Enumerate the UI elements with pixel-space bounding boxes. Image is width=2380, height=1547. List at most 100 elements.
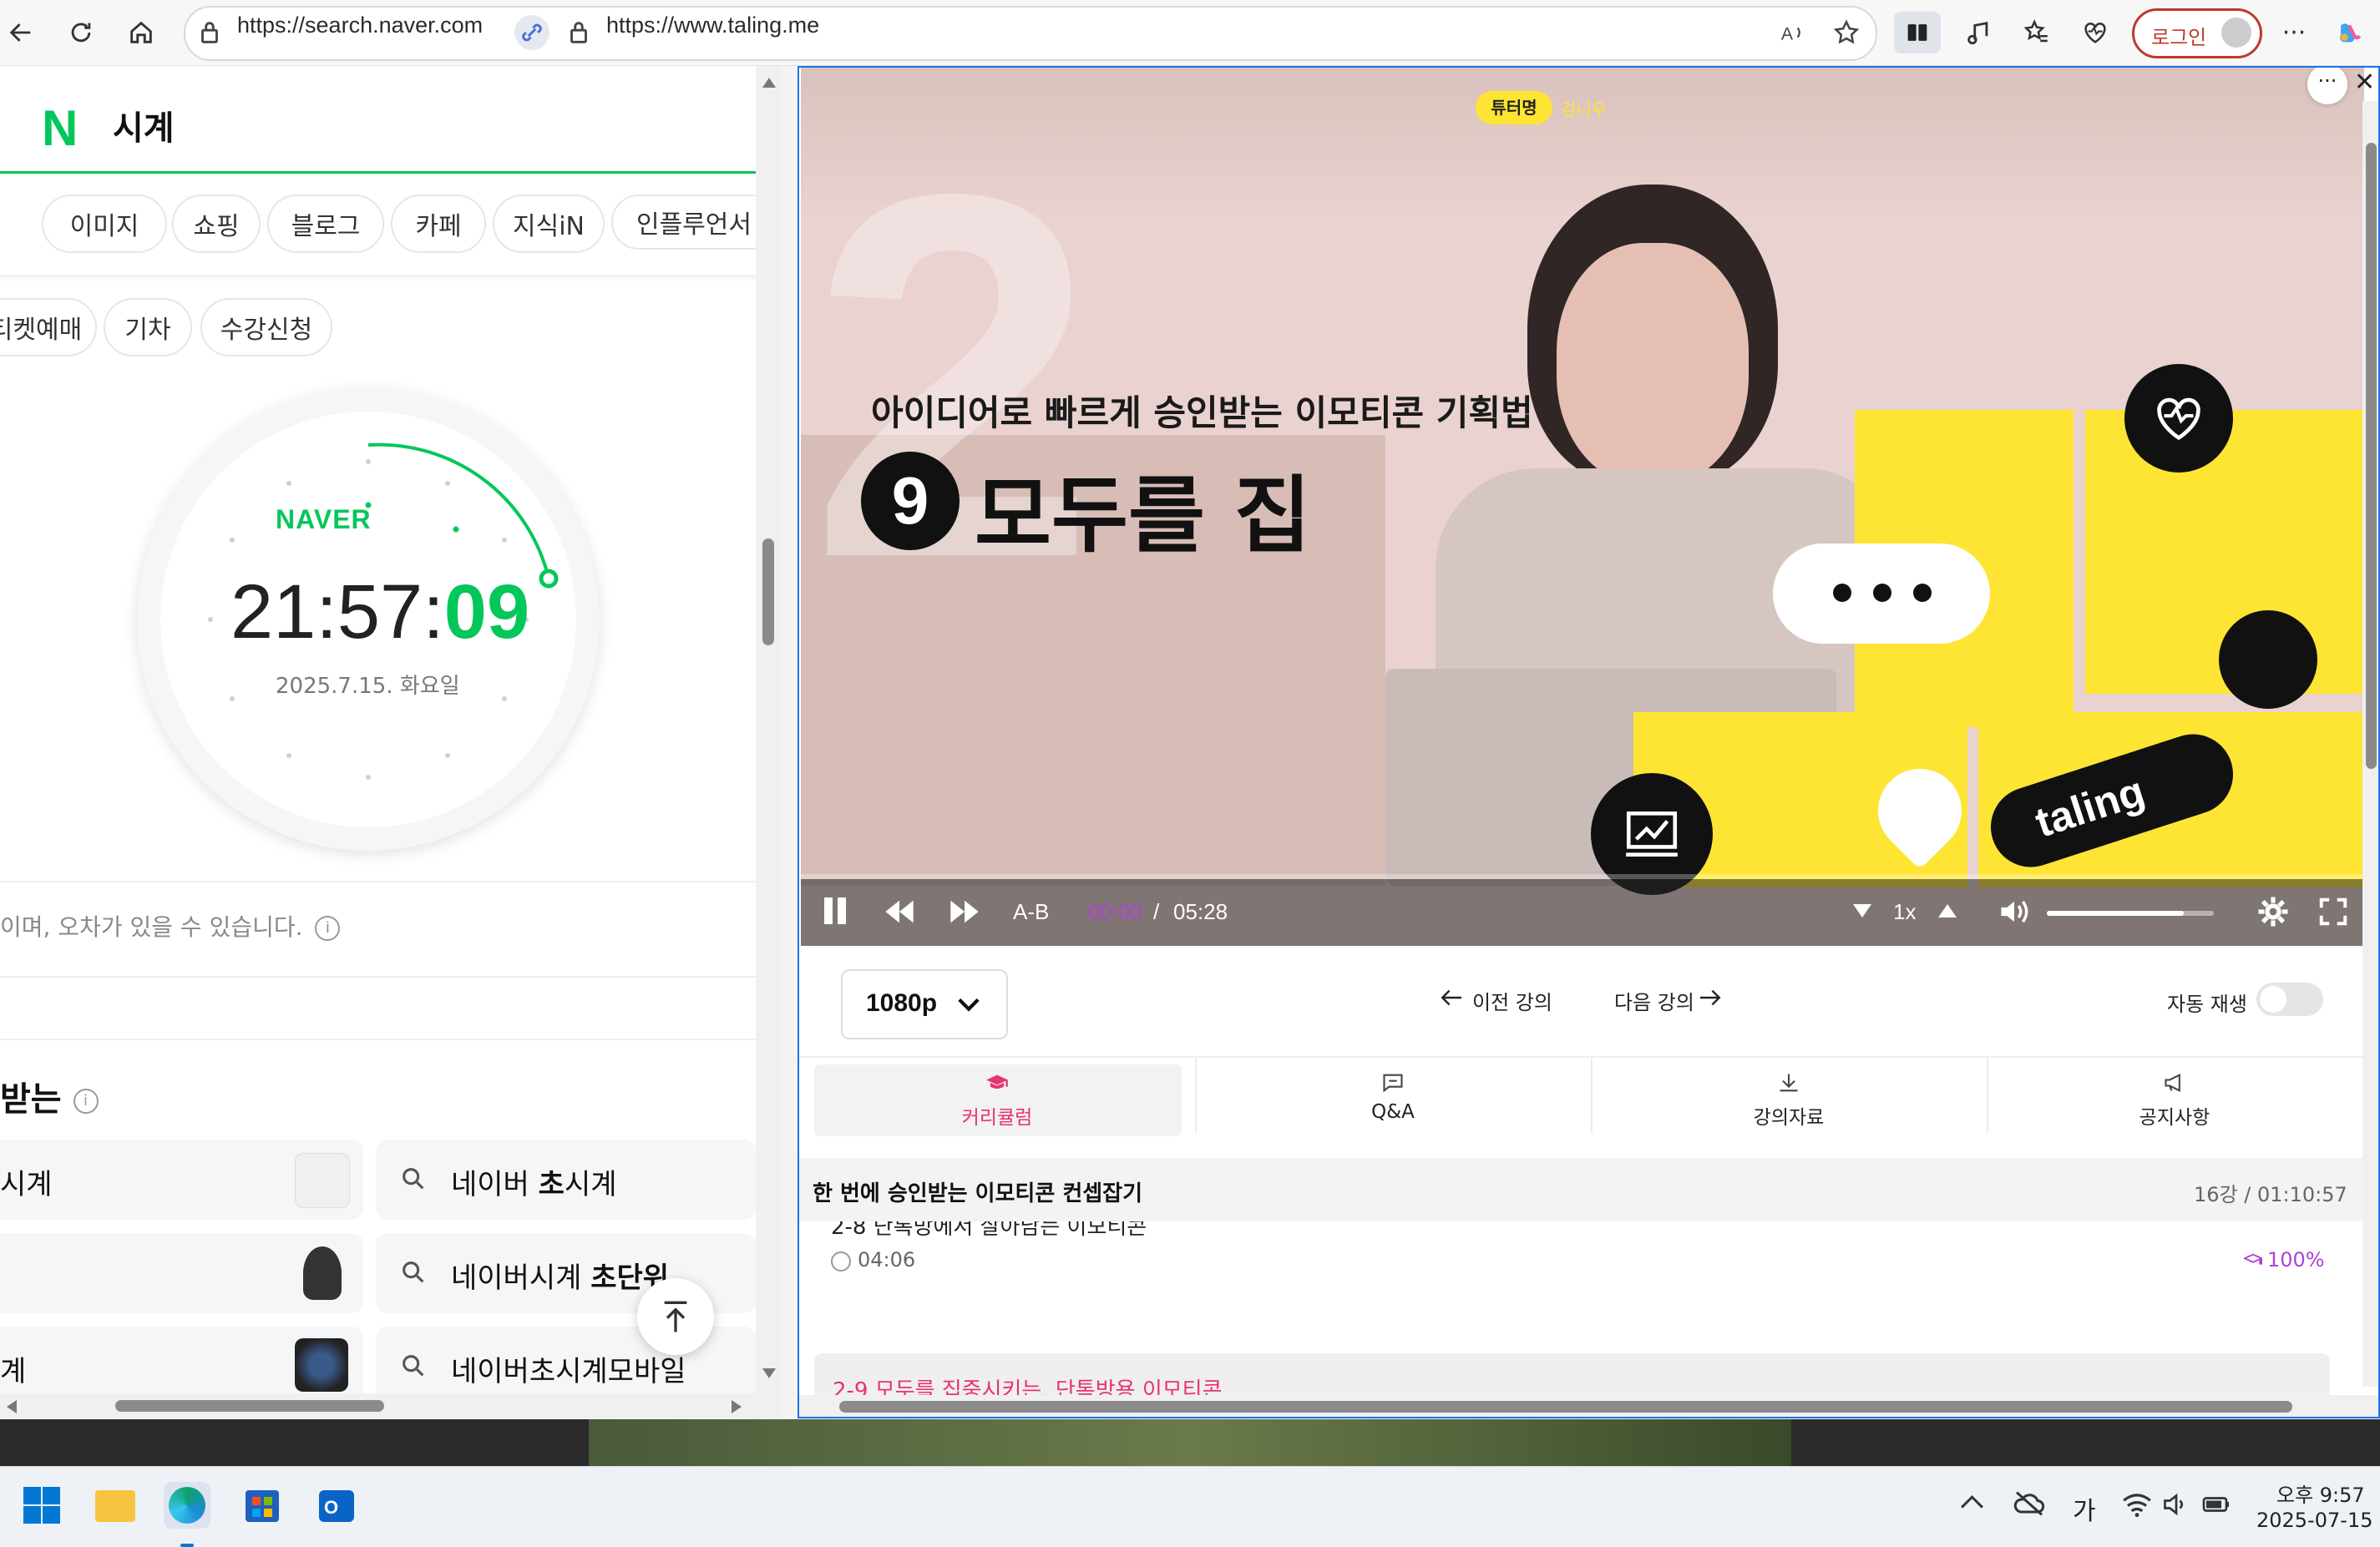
arrow-left-icon[interactable] bbox=[1439, 988, 1464, 1008]
fullscreen-icon[interactable] bbox=[2317, 896, 2349, 928]
suggestion-text: 시계 bbox=[0, 1168, 53, 1201]
clock-thumbnail bbox=[295, 1153, 350, 1208]
split-screen-icon[interactable] bbox=[1894, 12, 1941, 53]
home-icon[interactable] bbox=[124, 15, 159, 50]
more-menu-icon[interactable]: ··· bbox=[2276, 15, 2312, 50]
start-windows-icon[interactable] bbox=[18, 1482, 65, 1529]
vertical-scrollbar[interactable] bbox=[2362, 101, 2378, 1387]
left-url[interactable]: https://search.naver.com bbox=[237, 13, 483, 38]
favorites-icon[interactable] bbox=[2019, 15, 2054, 50]
clock-time[interactable]: 오후 9:57 bbox=[2276, 1479, 2365, 1508]
login-button[interactable]: 로그인 bbox=[2132, 8, 2262, 58]
desktop-background-strip bbox=[0, 1419, 2380, 1466]
arrow-right-icon[interactable] bbox=[1698, 988, 1723, 1008]
tab-curriculum[interactable]: 커리큘럼 bbox=[799, 1058, 1197, 1136]
scroll-to-top-button[interactable] bbox=[637, 1278, 714, 1355]
quality-selector[interactable]: 1080p bbox=[841, 969, 1008, 1039]
right-url[interactable]: https://www.taling.me bbox=[606, 13, 819, 38]
next-lecture-link[interactable]: 다음 강의 bbox=[1614, 986, 1694, 1015]
related-searches-label: 받는 bbox=[0, 1080, 62, 1119]
fast-forward-icon[interactable] bbox=[948, 897, 981, 926]
presenter-face bbox=[1557, 243, 1749, 485]
battery-icon[interactable] bbox=[2201, 1492, 2231, 1517]
ime-indicator[interactable]: 가 bbox=[2073, 1490, 2096, 1527]
watch-thumbnail bbox=[295, 1338, 348, 1392]
duration: 05:28 bbox=[1173, 899, 1228, 924]
course-header: 한 번에 승인받는 이모티콘 컨셉잡기 16강 / 01:10:57 bbox=[799, 1158, 2362, 1221]
vertical-scroll-thumb[interactable] bbox=[762, 538, 774, 645]
pane-more-icon[interactable]: ··· bbox=[2307, 68, 2347, 104]
media-control-icon[interactable] bbox=[1961, 15, 1996, 50]
edge-browser-icon[interactable] bbox=[164, 1482, 210, 1547]
search-icon bbox=[403, 1168, 424, 1190]
horizontal-scroll-thumb[interactable] bbox=[839, 1401, 2292, 1413]
outlook-icon[interactable]: O bbox=[312, 1482, 359, 1529]
wallpaper-fragment bbox=[589, 1419, 1791, 1466]
cloud-offline-icon[interactable] bbox=[2013, 1489, 2046, 1519]
favorite-star-icon[interactable] bbox=[1829, 15, 1864, 50]
scroll-left-arrow-icon[interactable] bbox=[7, 1400, 17, 1413]
tab-notices[interactable]: 공지사항 bbox=[1987, 1058, 2362, 1133]
suggestion-card-right[interactable]: 네이버 초시계 bbox=[376, 1140, 756, 1220]
prev-lecture-link[interactable]: 이전 강의 bbox=[1472, 986, 1552, 1015]
horizontal-scrollbar[interactable] bbox=[799, 1395, 2378, 1417]
video-player[interactable]: 2 튜터명 김니우 아이디어로 빠르게 승인받는 이모티콘 기획법 9 모두를 … bbox=[801, 68, 2364, 946]
suggestion-card-left[interactable]: 시계 bbox=[0, 1140, 363, 1220]
refresh-icon[interactable] bbox=[63, 15, 99, 50]
speed-down-icon[interactable] bbox=[1853, 904, 1871, 918]
tab-images[interactable]: 이미지 bbox=[42, 195, 167, 253]
tab-influencer[interactable]: 인플루언서 bbox=[611, 195, 778, 250]
ab-repeat-button[interactable]: A-B bbox=[1013, 899, 1049, 925]
search-icon bbox=[403, 1261, 424, 1283]
back-arrow-icon[interactable] bbox=[3, 15, 38, 50]
tab-cafe[interactable]: 카페 bbox=[391, 195, 486, 253]
wifi-icon[interactable] bbox=[2121, 1490, 2153, 1519]
chip-course-registration[interactable]: 수강신청 bbox=[200, 298, 332, 356]
speed-up-icon[interactable] bbox=[1938, 904, 1957, 918]
chevron-up-icon[interactable] bbox=[1961, 1495, 1983, 1518]
scroll-right-arrow-icon[interactable] bbox=[732, 1400, 742, 1413]
info-icon[interactable]: i bbox=[73, 1089, 99, 1114]
vertical-scrollbar[interactable] bbox=[756, 66, 781, 1418]
autoplay-toggle[interactable] bbox=[2256, 983, 2323, 1016]
link-tabs-icon[interactable] bbox=[514, 15, 549, 50]
volume-icon[interactable] bbox=[1997, 896, 2032, 928]
clock-seconds: 09 bbox=[443, 569, 530, 655]
horizontal-scroll-thumb[interactable] bbox=[115, 1400, 384, 1412]
tab-qna[interactable]: Q&A bbox=[1195, 1058, 1593, 1133]
naver-logo[interactable]: N bbox=[42, 99, 78, 157]
pause-icon[interactable] bbox=[824, 897, 833, 924]
chip-train[interactable]: 기차 bbox=[104, 298, 192, 356]
horizontal-scrollbar[interactable] bbox=[0, 1393, 756, 1418]
clock-date[interactable]: 2025-07-15 bbox=[2256, 1509, 2372, 1532]
tab-blog[interactable]: 블로그 bbox=[267, 195, 384, 253]
close-pane-icon[interactable]: ✕ bbox=[2354, 68, 2375, 97]
copilot-icon[interactable] bbox=[2332, 15, 2367, 50]
vertical-scroll-thumb[interactable] bbox=[2366, 143, 2377, 769]
info-icon[interactable]: i bbox=[315, 916, 341, 941]
chip-ticket[interactable]: 티켓예매 bbox=[0, 298, 97, 356]
settings-gear-icon[interactable] bbox=[2256, 894, 2291, 929]
browser-toolbar: https://search.naver.com https://www.tal… bbox=[0, 0, 2380, 66]
file-explorer-icon[interactable] bbox=[92, 1482, 139, 1529]
rewind-icon[interactable] bbox=[883, 897, 916, 926]
volume-slider[interactable] bbox=[2047, 911, 2214, 916]
tab-label: 강의자료 bbox=[1753, 1107, 1825, 1129]
related-searches-title: 받는 i bbox=[0, 1072, 99, 1120]
tab-materials[interactable]: 강의자료 bbox=[1591, 1058, 1988, 1133]
microsoft-store-icon[interactable] bbox=[239, 1482, 286, 1529]
search-box-underline bbox=[0, 171, 756, 174]
current-time: 00:00 bbox=[1088, 899, 1143, 924]
speaker-icon[interactable] bbox=[2161, 1490, 2191, 1519]
clock-date: 2025.7.15. 화요일 bbox=[276, 674, 460, 699]
read-aloud-icon[interactable]: A bbox=[1775, 15, 1810, 50]
chat-bubble-icon bbox=[1383, 1074, 1403, 1093]
tab-kin[interactable]: 지식iN bbox=[493, 195, 605, 253]
browser-essentials-icon[interactable] bbox=[2078, 15, 2113, 50]
lesson-item[interactable]: 2-8 단톡방에서 살아남는 이모티콘 04:06 100% bbox=[814, 1221, 2330, 1327]
scroll-down-arrow-icon[interactable] bbox=[762, 1368, 776, 1378]
tab-shopping[interactable]: 쇼핑 bbox=[172, 195, 261, 253]
suggestion-card-left[interactable] bbox=[0, 1233, 363, 1313]
video-progress-bar[interactable] bbox=[801, 874, 2364, 879]
scroll-up-arrow-icon[interactable] bbox=[762, 78, 776, 88]
